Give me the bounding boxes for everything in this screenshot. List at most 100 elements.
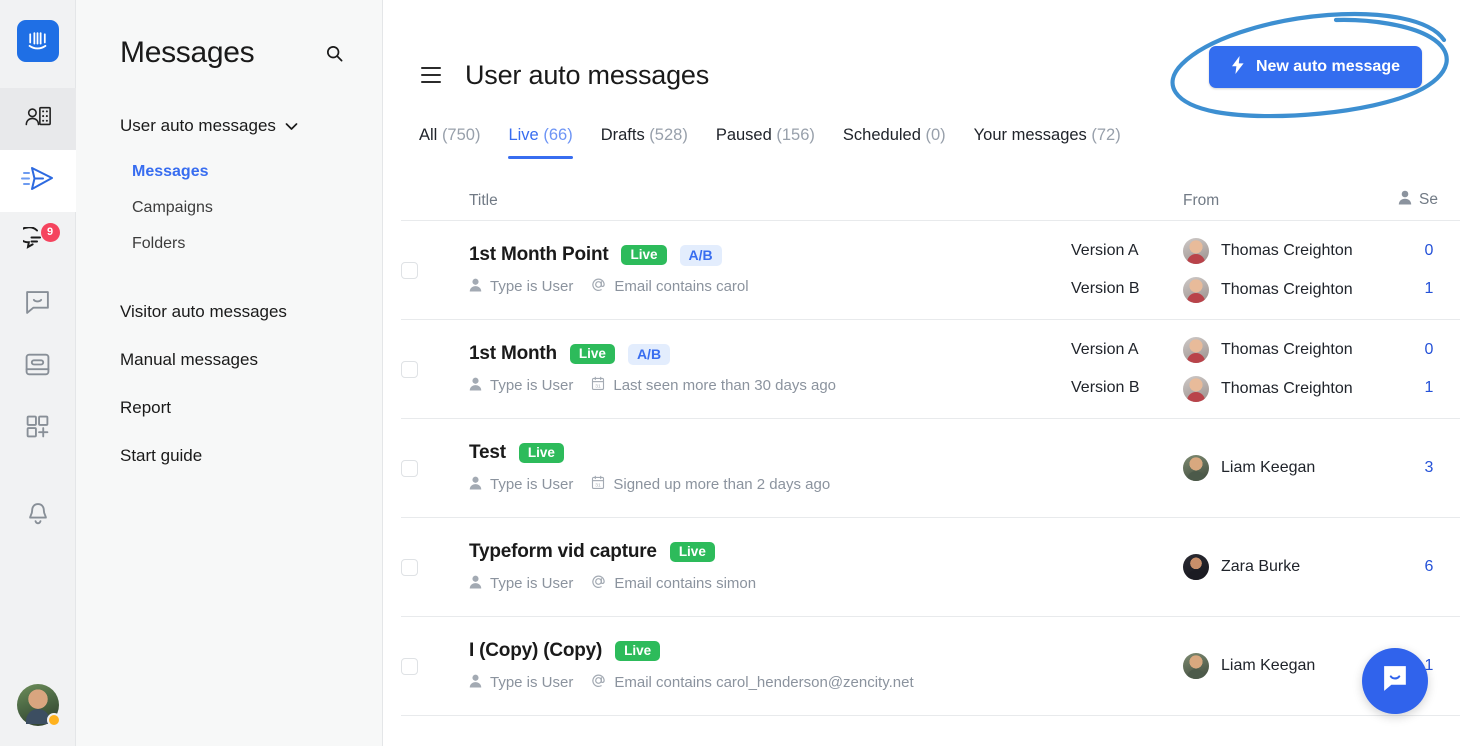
sidebar-group-user-auto-messages[interactable]: User auto messages [120, 116, 382, 136]
avatar [1183, 237, 1209, 264]
row-meta-line: Type is User Email contains carol_hender… [469, 673, 1071, 692]
row-meta-line: Type is User Email contains simon [469, 574, 1071, 593]
row-meta-line: Type is User 31 Signed up more than 2 da [469, 475, 1071, 494]
tab-count: (528) [649, 126, 688, 144]
conversations-badge: 9 [40, 223, 60, 242]
chevron-down-icon [285, 116, 298, 136]
hamburger-icon[interactable] [419, 65, 443, 85]
sent-count[interactable]: 1 [1425, 379, 1434, 397]
row-sent-cell: 0 1 [1398, 341, 1460, 397]
sidebar-item-manual-messages[interactable]: Manual messages [120, 336, 382, 384]
avatar [1183, 375, 1209, 402]
table-row[interactable]: 1st Month Live A/B Type is User 31 Last … [401, 320, 1460, 419]
row-checkbox-cell [401, 558, 469, 576]
row-checkbox[interactable] [401, 657, 418, 675]
app-root: 9 Messages User auto messages Messages C… [0, 0, 1460, 746]
from-line: Thomas Creighton [1183, 375, 1398, 402]
sidebar-item-messages[interactable]: Messages [132, 154, 382, 190]
new-auto-message-label: New auto message [1255, 58, 1400, 75]
new-auto-message-button[interactable]: New auto message [1208, 46, 1422, 88]
version-label: Version A [1071, 242, 1139, 259]
from-name: Thomas Creighton [1221, 280, 1353, 298]
tab-count: (750) [441, 126, 481, 144]
sent-count[interactable]: 3 [1425, 459, 1434, 477]
search-icon[interactable] [321, 40, 348, 67]
rail-avatar[interactable] [16, 684, 61, 727]
sent-count[interactable]: 6 [1425, 558, 1434, 576]
status-badge: Live [621, 244, 667, 266]
sent-count[interactable]: 1 [1425, 280, 1434, 298]
row-from-cell: Thomas Creighton Thomas Creighton [1183, 336, 1398, 402]
sidebar-header: Messages [76, 0, 382, 70]
tab-scheduled[interactable]: Scheduled (0) [843, 126, 946, 159]
table-row[interactable]: Test Live Type is User 31 Signed up more… [401, 419, 1460, 518]
row-checkbox[interactable] [401, 360, 418, 378]
tab-paused[interactable]: Paused (156) [716, 126, 815, 159]
table-row[interactable]: I (Copy) (Copy) Live Type is User Email … [401, 617, 1460, 716]
status-badge: Live [518, 442, 564, 464]
row-meta-line: Type is User 31 Last seen more than 30 d [469, 376, 1071, 395]
tab-label: Paused [715, 126, 772, 144]
row-version-cell: Version A Version B [1071, 242, 1183, 298]
status-badge [46, 713, 61, 727]
header-sent-label: Se [1419, 191, 1438, 208]
messenger-launcher-button[interactable] [1362, 648, 1428, 714]
meta-rule: Email contains simon [591, 574, 756, 593]
sidebar-item-campaigns[interactable]: Campaigns [132, 190, 382, 226]
sidebar-item-folders[interactable]: Folders [132, 226, 382, 262]
at-sign-icon [591, 574, 606, 593]
rail-item-notifications[interactable] [0, 486, 76, 548]
from-line: Thomas Creighton [1183, 276, 1398, 303]
row-title-line: 1st Month Live A/B [469, 343, 1071, 365]
sidebar-nav: User auto messages Messages Campaigns Fo… [76, 70, 382, 480]
intercom-logo-icon[interactable] [16, 20, 59, 62]
rail-item-apps[interactable] [0, 398, 76, 460]
meta-text: Email contains simon [614, 575, 757, 592]
rail-item-contacts[interactable] [0, 88, 76, 150]
meta-text: Signed up more than 2 days ago [613, 476, 831, 493]
row-checkbox[interactable] [401, 261, 418, 279]
status-badge: Live [615, 640, 661, 662]
page-title: User auto messages [465, 59, 710, 90]
version-label: Version B [1071, 379, 1140, 396]
header-title: Title [469, 192, 498, 209]
tab-all[interactable]: All (750) [419, 126, 480, 159]
row-checkbox-cell [401, 459, 469, 477]
meta-audience: Type is User [469, 278, 573, 296]
status-badge: Live [669, 541, 715, 563]
avatar [1183, 653, 1209, 679]
row-title-line: 1st Month Point Live A/B [469, 244, 1071, 266]
sidebar-item-report[interactable]: Report [120, 384, 382, 432]
table-row[interactable]: Typeform vid capture Live Type is User E… [401, 518, 1460, 617]
sidebar-item-visitor-auto-messages[interactable]: Visitor auto messages [120, 288, 382, 336]
calendar-icon: 31 [591, 376, 605, 395]
sent-count[interactable]: 0 [1425, 242, 1434, 260]
tab-your-messages[interactable]: Your messages (72) [974, 126, 1121, 159]
sent-count[interactable]: 0 [1425, 341, 1434, 359]
row-title-line: Test Live [469, 442, 1071, 464]
row-checkbox[interactable] [401, 459, 418, 477]
from-line: Liam Keegan [1183, 455, 1398, 481]
rail-item-messenger[interactable] [0, 274, 76, 336]
meta-audience: Type is User [469, 575, 573, 593]
row-version-cell: Version A Version B [1071, 341, 1183, 397]
sidebar-item-start-guide[interactable]: Start guide [120, 432, 382, 480]
row-title-cell: Test Live Type is User 31 Signed up more… [469, 442, 1071, 494]
table-header-row: Title From Se [401, 177, 1460, 221]
rail-item-conversations[interactable]: 9 [0, 212, 76, 274]
from-name: Liam Keegan [1221, 657, 1316, 674]
meta-rule: Email contains carol_henderson@zencity.n… [591, 673, 914, 692]
message-title: I (Copy) (Copy) [469, 640, 603, 661]
meta-text: Last seen more than 30 days ago [613, 377, 837, 394]
tab-drafts[interactable]: Drafts (528) [601, 126, 688, 159]
articles-icon [24, 352, 51, 382]
tab-live[interactable]: Live (66) [508, 126, 573, 159]
row-checkbox[interactable] [401, 558, 418, 576]
row-title-line: Typeform vid capture Live [469, 541, 1071, 563]
meta-text: Type is User [490, 674, 574, 691]
table-row[interactable]: 1st Month Point Live A/B Type is User Em… [401, 221, 1460, 320]
rail-item-articles[interactable] [0, 336, 76, 398]
row-from-cell: Zara Burke [1183, 554, 1398, 580]
rail-item-outbound-messages[interactable] [0, 150, 76, 212]
person-icon [469, 278, 482, 296]
